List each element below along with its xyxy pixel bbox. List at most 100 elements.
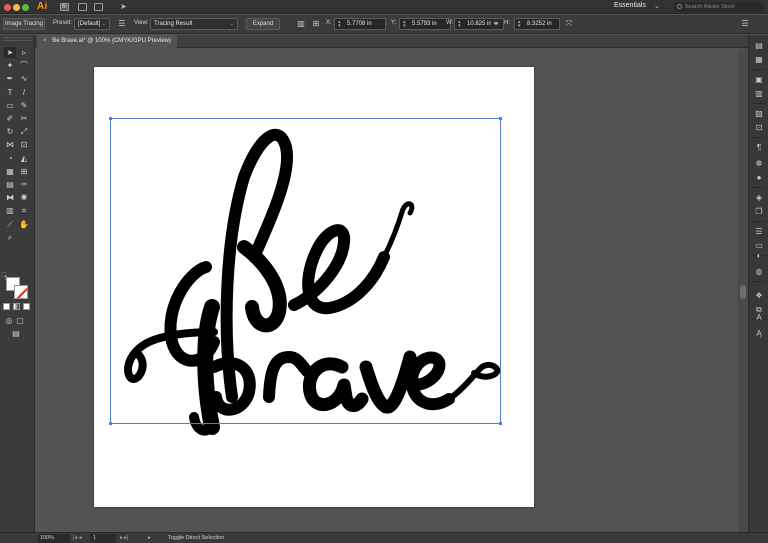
artboard-tool-icon[interactable]: ⌗	[18, 205, 30, 216]
next-artboard-icon[interactable]: ▸ ▸|	[120, 534, 128, 543]
scale-tool-icon[interactable]: ⤢	[18, 126, 30, 137]
perspective-grid-tool-icon[interactable]: ▦	[4, 166, 16, 177]
zoom-select[interactable]: 100%	[38, 534, 70, 543]
transparency-icon[interactable]: ◐	[754, 251, 764, 261]
status-menu-icon[interactable]: ▸	[148, 534, 151, 543]
stepper-icon[interactable]: ▴ ▾	[518, 20, 521, 29]
height-field[interactable]: ▴ ▾ 8.3252 in	[514, 18, 560, 30]
canvas[interactable]	[35, 49, 748, 532]
stroke-swatch[interactable]	[14, 285, 28, 299]
artboard[interactable]	[94, 67, 534, 507]
minimize-window-button[interactable]	[13, 4, 20, 11]
tools-panel: ➤ ▹ ✦ ⌒ ✒ ∿ T / ▭ ✎ ✐ ✂ ↻ ⤢ ⋈ ⊡ ◔ ◭ ▦ ⊞ ▤ ✑ ⧓ ✺ ▥ ⌗ ⟋ ✋ ⌕ ⬚ ? ◎ ▢ ▤	[0, 35, 35, 532]
rotate-tool-icon[interactable]: ↻	[4, 126, 16, 137]
lasso-tool-icon[interactable]: ⌒	[18, 60, 30, 71]
color-guide-icon[interactable]: ▥	[754, 89, 764, 99]
selection-tool-icon[interactable]: ➤	[4, 47, 16, 58]
tracing-panel-icon[interactable]: ☰	[117, 19, 127, 29]
libraries-icon[interactable]: ▦	[754, 55, 764, 65]
scissors-tool-icon[interactable]: ✂	[18, 113, 30, 124]
mesh-tool-icon[interactable]: ⊞	[18, 166, 30, 177]
transform-icon[interactable]: ⤧	[564, 19, 574, 29]
stroke-icon[interactable]: ☰	[754, 227, 764, 237]
scrollbar-thumb[interactable]	[740, 285, 746, 299]
layers-icon[interactable]: ◈	[754, 193, 764, 203]
gpu-performance-icon[interactable]: ➤	[120, 2, 127, 11]
zoom-window-button[interactable]	[22, 4, 29, 11]
column-graph-tool-icon[interactable]: ▥	[4, 205, 16, 216]
live-paint-tool-icon[interactable]: ◭	[18, 153, 30, 164]
previous-artboard-icon[interactable]: |◂ ◂	[73, 534, 81, 543]
line-segment-tool-icon[interactable]: /	[18, 87, 30, 98]
rectangle-tool-icon[interactable]: ▭	[4, 100, 16, 111]
handle-bottom-left[interactable]	[109, 422, 112, 425]
curvature-tool-icon[interactable]: ∿	[18, 73, 30, 84]
pen-tool-icon[interactable]: ✒	[4, 73, 16, 84]
preset-select[interactable]: [Default] ⌄	[74, 18, 110, 30]
vertical-scrollbar[interactable]	[738, 49, 748, 532]
expand-button[interactable]: Expand	[246, 18, 280, 30]
character-icon[interactable]: A	[754, 313, 764, 323]
zoom-tool-icon[interactable]: ⌕	[4, 232, 16, 243]
color-mode-icon[interactable]	[3, 303, 10, 310]
none-mode-icon[interactable]	[23, 303, 30, 310]
magic-wand-tool-icon[interactable]: ✦	[4, 60, 16, 71]
document-tab[interactable]: × Be Brave.ai* @ 100% (CMYK/GPU Preview)	[37, 35, 177, 48]
direct-selection-tool-icon[interactable]: ▹	[18, 47, 30, 58]
graphic-styles-icon[interactable]: ❖	[754, 291, 764, 301]
chevron-down-icon[interactable]: ⌄	[654, 2, 660, 10]
document-info-icon[interactable]: ▨	[754, 109, 764, 119]
gradient-tool-icon[interactable]: ▤	[4, 179, 16, 190]
symbols-icon[interactable]: ●	[754, 173, 764, 183]
panel-menu-icon[interactable]: ☰	[740, 19, 750, 29]
arrange-documents-icon[interactable]	[94, 3, 103, 11]
x-field[interactable]: ▴ ▾ 5.7708 in	[334, 18, 386, 30]
properties-icon[interactable]: ▤	[754, 41, 764, 51]
shaper-tool-icon[interactable]: ✐	[4, 113, 16, 124]
image-tracing-button[interactable]: Image Tracing	[3, 18, 45, 30]
slice-tool-icon[interactable]: ⟋	[4, 219, 16, 230]
panel-grip[interactable]	[3, 37, 32, 41]
align-icon[interactable]: ▥	[296, 19, 306, 29]
swap-colors-icon[interactable]: ?	[4, 276, 7, 282]
workspace-switcher[interactable]: Essentials	[614, 2, 646, 9]
width-tool-icon[interactable]: ⋈	[4, 139, 16, 150]
gradient-icon[interactable]: ▭	[754, 241, 764, 251]
close-icon[interactable]: ×	[43, 38, 47, 44]
y-field[interactable]: ▴ ▾ 5.5793 in	[399, 18, 451, 30]
selection-bounding-box[interactable]	[109, 117, 502, 425]
edit-toolbar-icon[interactable]: ▤	[10, 328, 22, 339]
paintbrush-tool-icon[interactable]: ✎	[18, 100, 30, 111]
view-select[interactable]: Tracing Result ⌄	[150, 18, 238, 30]
shape-builder-tool-icon[interactable]: ◔	[4, 153, 16, 164]
blend-tool-icon[interactable]: ⧓	[4, 192, 16, 203]
appearance-icon[interactable]: ◍	[754, 267, 764, 277]
paragraph-icon[interactable]: ¶	[754, 143, 764, 153]
stepper-icon[interactable]: ▴ ▾	[403, 20, 406, 29]
stock-search-input[interactable]: Search Adobe Stock	[674, 2, 764, 12]
stock-icon[interactable]	[78, 3, 87, 11]
handle-top-right[interactable]	[499, 117, 502, 120]
stepper-icon[interactable]: ▴ ▾	[458, 20, 461, 29]
artboards-icon[interactable]: ❐	[754, 207, 764, 217]
eyedropper-tool-icon[interactable]: ✑	[18, 179, 30, 190]
close-window-button[interactable]	[4, 4, 11, 11]
type-tool-icon[interactable]: T	[4, 87, 16, 98]
bridge-icon[interactable]: Br	[60, 3, 69, 11]
stepper-icon[interactable]: ▴ ▾	[338, 20, 341, 29]
free-transform-tool-icon[interactable]: ⊡	[18, 139, 30, 150]
screen-mode-icon[interactable]: ▢	[14, 315, 26, 326]
reference-point-icon[interactable]: ⊞	[311, 19, 321, 29]
gradient-mode-icon[interactable]	[13, 303, 20, 310]
artboard-number-field[interactable]: 1	[90, 534, 116, 543]
color-icon[interactable]: ▣	[754, 75, 764, 85]
opentype-icon[interactable]: Ą	[754, 329, 764, 339]
links-icon[interactable]: ⊡	[754, 123, 764, 133]
app-logo: Ai	[37, 1, 48, 12]
symbol-sprayer-tool-icon[interactable]: ✺	[18, 192, 30, 203]
handle-top-left[interactable]	[109, 117, 112, 120]
handle-bottom-right[interactable]	[499, 422, 502, 425]
brushes-icon[interactable]: ☸	[754, 159, 764, 169]
constrain-proportions-icon[interactable]: ⚭	[491, 19, 501, 29]
hand-tool-icon[interactable]: ✋	[18, 219, 30, 230]
